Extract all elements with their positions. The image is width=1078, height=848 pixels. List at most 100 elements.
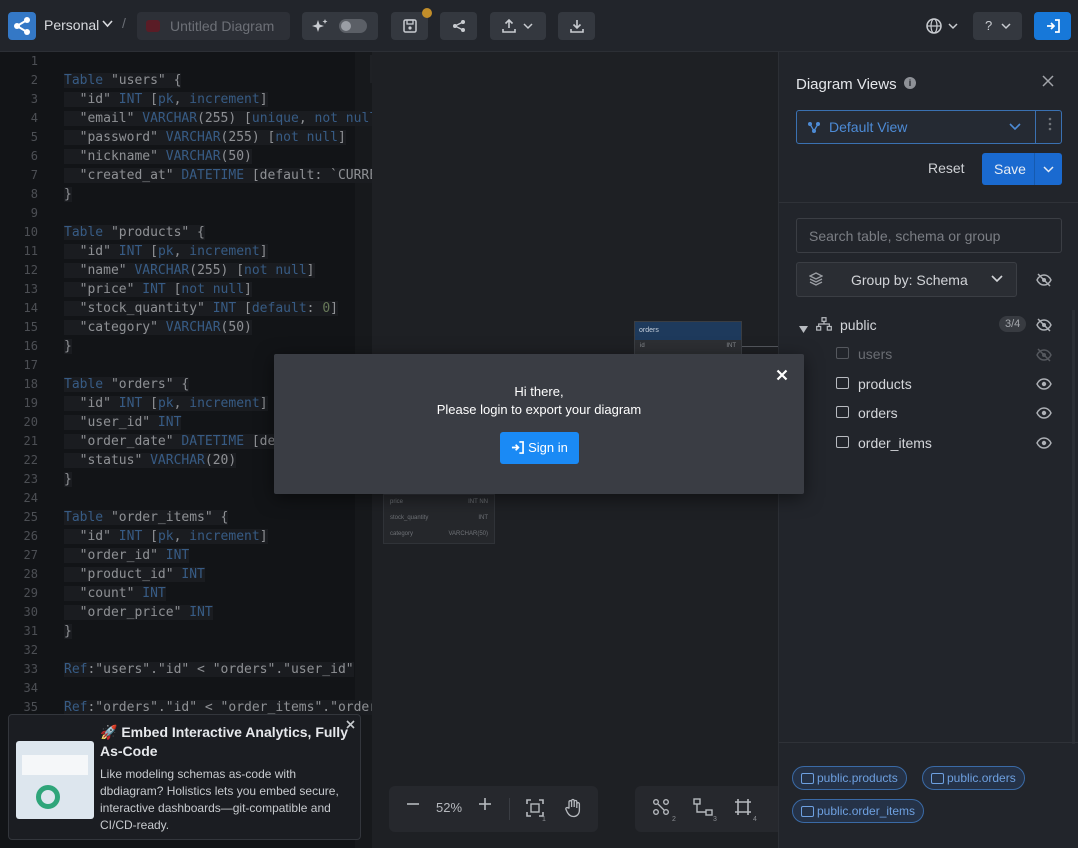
zoom-out-button[interactable] (405, 796, 421, 815)
field-name: id (640, 343, 645, 349)
info-icon[interactable]: i (904, 77, 916, 89)
eye-icon[interactable] (1036, 377, 1052, 393)
help-button[interactable]: ? (973, 12, 1022, 40)
panel-scrollbar[interactable] (1072, 310, 1075, 744)
eye-icon[interactable] (1036, 407, 1052, 422)
chevron-down-icon[interactable] (102, 19, 113, 31)
promo-card[interactable]: 🚀 Embed Interactive Analytics, Fully As-… (8, 714, 361, 840)
diagram-table-products[interactable]: price INT NN stock_quantity INT category VARC… (383, 494, 495, 544)
table-field-row: category VARCHAR(50) (384, 527, 494, 543)
workspace-selector[interactable]: Personal (44, 17, 99, 33)
close-icon[interactable] (776, 366, 788, 386)
sign-in-button[interactable]: Sign in (500, 432, 579, 464)
eye-off-icon[interactable] (1036, 318, 1052, 335)
field-type: INT (726, 343, 736, 349)
view-name: Default View (829, 119, 908, 135)
hand-icon (565, 798, 581, 818)
divider (509, 798, 510, 820)
export-button[interactable] (490, 12, 546, 40)
pan-tool-button[interactable] (564, 798, 582, 821)
table-field-row: price INT NN (384, 495, 494, 511)
table-header: orders (635, 322, 741, 340)
table-list-item[interactable]: orders (779, 401, 1078, 425)
search-input[interactable] (796, 218, 1062, 253)
schema-group-row[interactable]: public 3/4 (779, 313, 1078, 337)
visible-count-badge: 3/4 (999, 316, 1027, 332)
table-name: order_items (858, 434, 932, 451)
ai-toggle-switch[interactable] (339, 19, 367, 33)
table-name: products (858, 375, 912, 392)
diagram-table-orders[interactable]: orders id INT (634, 321, 742, 355)
database-icon (146, 20, 160, 32)
area-tool-button[interactable] (734, 798, 752, 819)
upload-icon (502, 19, 516, 33)
diagram-views-panel: Diagram Views i Default View Reset Save … (778, 52, 1078, 848)
chevron-down-icon (1001, 23, 1011, 30)
schema-icon (816, 317, 832, 336)
view-select[interactable]: Default View (796, 110, 1062, 144)
table-chip[interactable]: public.orders (922, 766, 1025, 790)
table-list-item[interactable]: users (779, 342, 1078, 366)
chevron-down-icon[interactable] (1034, 153, 1062, 185)
eye-icon[interactable] (1036, 436, 1052, 452)
language-button[interactable] (925, 17, 963, 40)
login-button[interactable] (1034, 12, 1071, 40)
group-by-label: Group by: Schema (851, 272, 968, 288)
floppy-icon (402, 19, 417, 33)
download-icon (569, 20, 584, 33)
table-chip[interactable]: public.products (792, 766, 907, 790)
shortcut-hint: 4 (753, 816, 757, 823)
table-list-item[interactable]: products (779, 372, 1078, 396)
save-view-button[interactable]: Save (982, 153, 1062, 185)
more-options-icon[interactable] (1035, 111, 1063, 143)
share-icon (452, 20, 465, 32)
diagram-title-field[interactable]: Untitled Diagram (137, 12, 290, 40)
layout-toolbar: 2 3 4 (635, 786, 778, 832)
share-button[interactable] (440, 12, 477, 40)
globe-icon (926, 18, 958, 34)
relationship-mode-button[interactable] (693, 798, 713, 819)
modal-greeting: Hi there, (514, 384, 564, 399)
notification-dot (422, 8, 432, 18)
table-name: orders (858, 405, 898, 421)
group-by-select[interactable]: Group by: Schema (796, 262, 1017, 297)
field-name: stock_quantity (390, 515, 429, 521)
schema-name: public (840, 317, 877, 333)
field-type: VARCHAR(50) (448, 531, 488, 537)
fit-screen-icon (526, 799, 544, 817)
chevron-down-icon (523, 23, 533, 30)
zoom-level[interactable]: 52% (436, 800, 462, 815)
diagram-title: Untitled Diagram (170, 18, 275, 34)
field-type: INT (478, 515, 488, 521)
relationship-icon (693, 798, 713, 816)
zoom-in-button[interactable] (477, 796, 493, 815)
table-list-item[interactable]: order_items (779, 431, 1078, 455)
caret-down-icon[interactable] (799, 320, 808, 338)
top-bar: Personal / Untitled Diagram ? (0, 0, 1078, 52)
close-icon[interactable] (1042, 74, 1054, 92)
sign-in-label: Sign in (528, 440, 568, 455)
table-icon (836, 347, 849, 359)
download-button[interactable] (558, 12, 595, 40)
layers-icon (808, 272, 824, 289)
reset-button[interactable]: Reset (928, 160, 965, 176)
breadcrumb-separator: / (122, 15, 126, 31)
zoom-toolbar: 52% 1 (389, 786, 598, 832)
field-name: price (390, 499, 404, 505)
dashboard-preview (22, 755, 88, 775)
divider (779, 742, 1078, 743)
table-field-row: id INT (635, 340, 741, 354)
table-field-row: stock_quantity INT (384, 511, 494, 527)
modal-message: Please login to export your diagram (436, 402, 642, 417)
chevron-down-icon (991, 271, 1003, 286)
table-chip[interactable]: public.order_items (792, 799, 925, 823)
donut-chart-preview (36, 785, 60, 809)
auto-arrange-button[interactable] (652, 798, 670, 819)
arrange-icon (653, 799, 669, 815)
app-logo-icon[interactable] (8, 12, 36, 40)
close-icon[interactable] (346, 717, 355, 732)
relationship-line (742, 346, 778, 347)
eye-off-icon[interactable] (1036, 273, 1052, 290)
shortcut-hint: 1 (542, 816, 546, 823)
eye-off-icon[interactable] (1036, 348, 1052, 365)
